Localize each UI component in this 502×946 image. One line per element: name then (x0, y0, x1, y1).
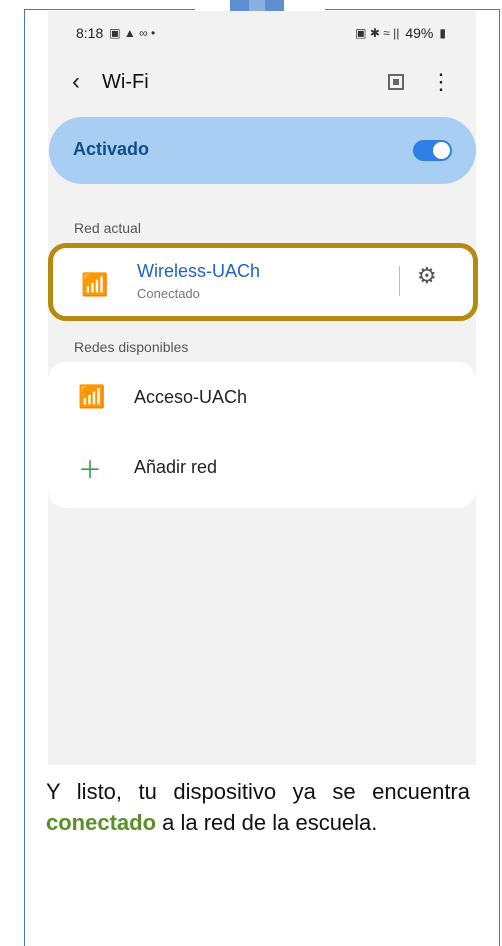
network-name: Acceso-UACh (134, 386, 248, 407)
status-bar-left: 8:18 ▣ ▲ ∞ • (76, 25, 155, 41)
list-item-acceso-uach[interactable]: 📶 Acceso-UACh (48, 362, 476, 432)
status-bar-right: ▣ ✱ ≈ || 49% ▮ (355, 25, 446, 41)
phone-screen: 8:18 ▣ ▲ ∞ • ▣ ✱ ≈ || 49% ▮ ‹ Wi-Fi ⋮ Ac… (48, 11, 478, 765)
current-network-name: Wireless-UACh (137, 261, 261, 281)
current-network-status: Conectado (137, 286, 200, 301)
qr-scan-icon[interactable] (388, 74, 404, 90)
available-networks-card: 📶 Acceso-UACh ＋ Añadir red (48, 362, 476, 508)
add-network-label: Añadir red (134, 456, 218, 477)
more-vertical-icon[interactable]: ⋮ (430, 71, 452, 93)
status-time: 8:18 (76, 25, 104, 41)
wifi-toggle-switch[interactable] (413, 140, 452, 161)
signal-icons: ▣ ✱ ≈ || (355, 26, 400, 40)
caption-part-2: a la red de la escuela. (156, 810, 378, 835)
toggle-knob (433, 142, 450, 159)
wifi-lock-icon: 📶 (78, 384, 106, 409)
plus-icon: ＋ (78, 456, 102, 484)
caption-highlight: conectado (46, 810, 157, 835)
header-actions: ⋮ (388, 71, 452, 93)
current-network-card[interactable]: 📶 Wireless-UACh Conectado ⚙ (48, 243, 478, 321)
page-title: Wi-Fi (102, 70, 149, 93)
caption-text: Y listo, tu dispositivo ya se encuentra … (46, 776, 470, 838)
notification-icons: ▣ ▲ ∞ • (109, 26, 156, 40)
app-header: ‹ Wi-Fi ⋮ (72, 67, 452, 97)
chevron-left-icon[interactable]: ‹ (72, 68, 102, 96)
wifi-lock-icon: 📶 (81, 272, 109, 297)
available-networks-heading: Redes disponibles (74, 339, 189, 355)
current-network-heading: Red actual (74, 220, 141, 236)
add-network-button[interactable]: ＋ Añadir red (48, 432, 476, 502)
battery-level: 49% (405, 25, 434, 41)
wifi-master-toggle-row[interactable]: Activado (49, 117, 476, 184)
battery-icon: ▮ (439, 26, 446, 40)
toggle-label: Activado (73, 139, 150, 159)
gear-icon[interactable]: ⚙ (417, 263, 437, 289)
caption-part-1: Y listo, tu dispositivo ya se encuentra (46, 779, 470, 804)
divider (399, 266, 400, 296)
